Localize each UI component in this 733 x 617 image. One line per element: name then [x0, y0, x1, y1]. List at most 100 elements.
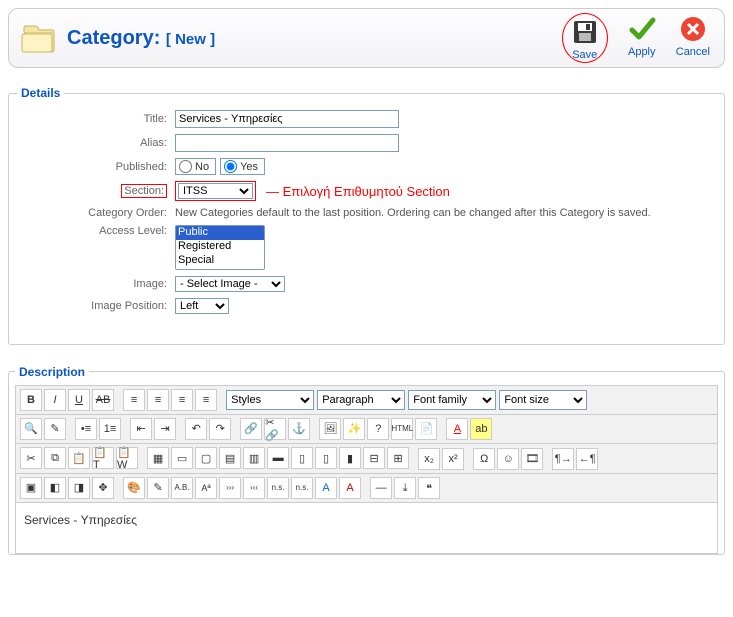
section-select[interactable]: ITSS [178, 183, 253, 199]
visualblocks-button[interactable]: A [339, 477, 361, 499]
attribs-button[interactable]: n.s. [267, 477, 289, 499]
pagebreak-button[interactable]: ⤓ [394, 477, 416, 499]
format-select[interactable]: Paragraph [317, 390, 405, 410]
cell-props-button[interactable]: ▢ [195, 447, 217, 469]
align-center-button[interactable]: ≡ [147, 389, 169, 411]
text-color-button[interactable]: A [446, 418, 468, 440]
indent-button[interactable]: ⇥ [154, 418, 176, 440]
copy-button[interactable]: ⧉ [44, 447, 66, 469]
find-button[interactable]: 🔍 [20, 418, 42, 440]
undo-button[interactable]: ↶ [185, 418, 207, 440]
access-level-listbox[interactable]: Public Registered Special [175, 225, 265, 270]
underline-button[interactable]: U [68, 389, 90, 411]
delete-row-button[interactable]: ▬ [267, 447, 289, 469]
bold-button[interactable]: B [20, 389, 42, 411]
image-position-select[interactable]: Left [175, 298, 229, 314]
access-public[interactable]: Public [176, 226, 264, 240]
align-right-button[interactable]: ≡ [171, 389, 193, 411]
paste-button[interactable]: 📋 [68, 447, 90, 469]
page-title: Category: [ New ] [67, 27, 562, 50]
charmap-button[interactable]: Ω [473, 448, 495, 470]
row-props-button[interactable]: ▭ [171, 447, 193, 469]
action-toolbar: Save Apply Cancel [562, 13, 714, 63]
sup-button[interactable]: x² [442, 448, 464, 470]
ltr-button[interactable]: ¶→ [552, 448, 574, 470]
insert-row-after-button[interactable]: ▥ [243, 447, 265, 469]
cancel-icon [677, 13, 709, 45]
blockquote-button[interactable]: ❝ [418, 477, 440, 499]
fontfamily-select[interactable]: Font family [408, 390, 496, 410]
ins-button[interactable]: ‹‹‹ [243, 477, 265, 499]
save-highlight-circle: Save [562, 13, 608, 63]
published-no-option[interactable]: No [175, 158, 216, 175]
link-button[interactable]: 🔗 [240, 418, 262, 440]
paste-text-button[interactable]: 📋T [92, 447, 114, 469]
hr-button[interactable]: — [370, 477, 392, 499]
bullet-list-button[interactable]: •≡ [75, 418, 97, 440]
published-yes-option[interactable]: Yes [220, 158, 265, 175]
emoticon-button[interactable]: ☺ [497, 448, 519, 470]
alias-input[interactable] [175, 134, 399, 152]
split-cells-button[interactable]: ⊟ [363, 447, 385, 469]
sub-button[interactable]: x₂ [418, 448, 440, 470]
details-legend: Details [17, 86, 64, 100]
strikethrough-button[interactable]: AB [92, 389, 114, 411]
merge-cells-button[interactable]: ⊞ [387, 447, 409, 469]
number-list-button[interactable]: 1≡ [99, 418, 121, 440]
published-yes-radio[interactable] [224, 160, 237, 173]
access-special[interactable]: Special [176, 254, 264, 268]
access-registered[interactable]: Registered [176, 240, 264, 254]
insert-col-before-button[interactable]: ▯ [291, 447, 313, 469]
cite-button[interactable]: ✎ [147, 477, 169, 499]
italic-button[interactable]: I [44, 389, 66, 411]
editor-toolbar-row1: B I U AB ≡ ≡ ≡ ≡ Styles Paragraph Font f… [15, 385, 718, 415]
style-props-button[interactable]: 🎨 [123, 477, 145, 499]
editor-body[interactable]: Services - Υπηρεσίες [15, 503, 718, 554]
image-button[interactable]: 🖼 [319, 418, 341, 440]
details-fieldset: Details Title: Alias: Published: No Yes … [8, 86, 725, 345]
layer-abs-button[interactable]: ▣ [20, 477, 42, 499]
apply-button[interactable]: Apply [626, 13, 658, 58]
unlink-button[interactable]: ✂🔗 [264, 418, 286, 440]
help-button[interactable]: ? [367, 418, 389, 440]
published-no-radio[interactable] [179, 160, 192, 173]
del-button[interactable]: ››› [219, 477, 241, 499]
insert-row-before-button[interactable]: ▤ [219, 447, 241, 469]
styles-select[interactable]: Styles [226, 390, 314, 410]
fontsize-select[interactable]: Font size [499, 390, 587, 410]
html-button[interactable]: HTML [391, 418, 413, 440]
layer-fwd-button[interactable]: ◧ [44, 477, 66, 499]
visualchars-button[interactable]: A [315, 477, 337, 499]
insert-col-after-button[interactable]: ▯ [315, 447, 337, 469]
acronym-button[interactable]: Aª [195, 477, 217, 499]
title-input[interactable] [175, 110, 399, 128]
cut-button[interactable]: ✂ [20, 447, 42, 469]
delete-col-button[interactable]: ▮ [339, 447, 361, 469]
nbsp-button[interactable]: n.s. [291, 477, 313, 499]
redo-button[interactable]: ↷ [209, 418, 231, 440]
paste-word-button[interactable]: 📋W [116, 447, 138, 469]
layer-move-button[interactable]: ✥ [92, 477, 114, 499]
rtl-button[interactable]: ←¶ [576, 448, 598, 470]
anchor-button[interactable]: ⚓ [288, 418, 310, 440]
media-button[interactable]: 🎞 [521, 448, 543, 470]
align-justify-button[interactable]: ≡ [195, 389, 217, 411]
apply-label: Apply [626, 46, 658, 58]
image-select[interactable]: - Select Image - [175, 276, 285, 292]
save-button[interactable]: Save [569, 16, 601, 61]
table-button[interactable]: ▦ [147, 447, 169, 469]
published-yes-label: Yes [240, 161, 258, 173]
preview-button[interactable]: 📄 [415, 418, 437, 440]
abbr-button[interactable]: A.B. [171, 477, 193, 499]
cancel-button[interactable]: Cancel [676, 13, 710, 58]
label-section: Section: [121, 184, 167, 198]
checkmark-icon [626, 13, 658, 45]
align-left-button[interactable]: ≡ [123, 389, 145, 411]
cleanup-button[interactable]: ✨ [343, 418, 365, 440]
bg-color-button[interactable]: ab [470, 418, 492, 440]
outdent-button[interactable]: ⇤ [130, 418, 152, 440]
label-image: Image: [17, 278, 175, 290]
layer-back-button[interactable]: ◨ [68, 477, 90, 499]
replace-button[interactable]: ✎ [44, 418, 66, 440]
floppy-disk-icon [569, 16, 601, 48]
